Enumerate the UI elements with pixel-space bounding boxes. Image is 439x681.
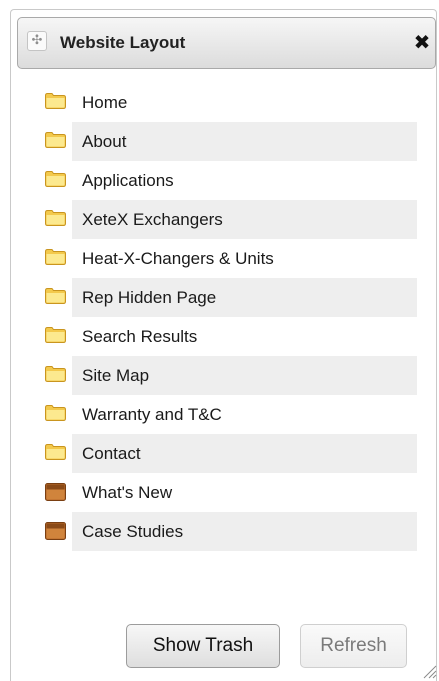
page-label: About <box>82 132 127 151</box>
page-label: Home <box>82 93 128 112</box>
folder-icon <box>45 327 66 343</box>
page-item[interactable]: Search Results <box>32 317 417 356</box>
panel-footer: Show Trash Refresh <box>0 624 439 674</box>
page-tree: Home About Applications XeteX Exchangers Hea… <box>32 83 417 551</box>
move-arrows-icon[interactable]: ✣ <box>27 31 47 51</box>
page-label: Search Results <box>82 327 198 346</box>
folder-icon <box>45 249 66 265</box>
page-label: Applications <box>82 171 174 190</box>
page-label: What's New <box>82 483 173 502</box>
folder-icon <box>45 483 66 501</box>
panel-titlebar[interactable]: ✣ Website Layout ✖ <box>17 17 436 69</box>
page-item[interactable]: Heat-X-Changers & Units <box>32 239 417 278</box>
folder-icon <box>45 93 66 109</box>
page-item[interactable]: Warranty and T&C <box>32 395 417 434</box>
page-item[interactable]: Contact <box>32 434 417 473</box>
page-label: Warranty and T&C <box>82 405 222 424</box>
panel-title: Website Layout <box>60 33 186 52</box>
folder-icon <box>45 288 66 304</box>
page-label: Heat-X-Changers & Units <box>82 249 274 268</box>
page-label: Case Studies <box>82 522 184 541</box>
show-trash-button[interactable]: Show Trash <box>126 624 280 668</box>
folder-icon <box>45 132 66 148</box>
page-item[interactable]: Site Map <box>32 356 417 395</box>
page-item[interactable]: XeteX Exchangers <box>32 200 417 239</box>
refresh-button[interactable]: Refresh <box>300 624 407 668</box>
page-item[interactable]: What's New <box>32 473 417 512</box>
folder-icon <box>45 405 66 421</box>
folder-icon <box>45 171 66 187</box>
resize-grip-icon[interactable] <box>421 663 437 679</box>
page-label: Contact <box>82 444 141 463</box>
page-item[interactable]: Case Studies <box>32 512 417 551</box>
folder-icon <box>45 444 66 460</box>
page-item[interactable]: Applications <box>32 161 417 200</box>
page-label: Site Map <box>82 366 150 385</box>
page-label: Rep Hidden Page <box>82 288 217 307</box>
page-item[interactable]: Home <box>32 83 417 122</box>
page-item[interactable]: About <box>32 122 417 161</box>
folder-icon <box>45 366 66 382</box>
close-x-icon[interactable]: ✖ <box>411 30 433 54</box>
folder-icon <box>45 522 66 540</box>
page-label: XeteX Exchangers <box>82 210 223 229</box>
folder-icon <box>45 210 66 226</box>
page-item[interactable]: Rep Hidden Page <box>32 278 417 317</box>
